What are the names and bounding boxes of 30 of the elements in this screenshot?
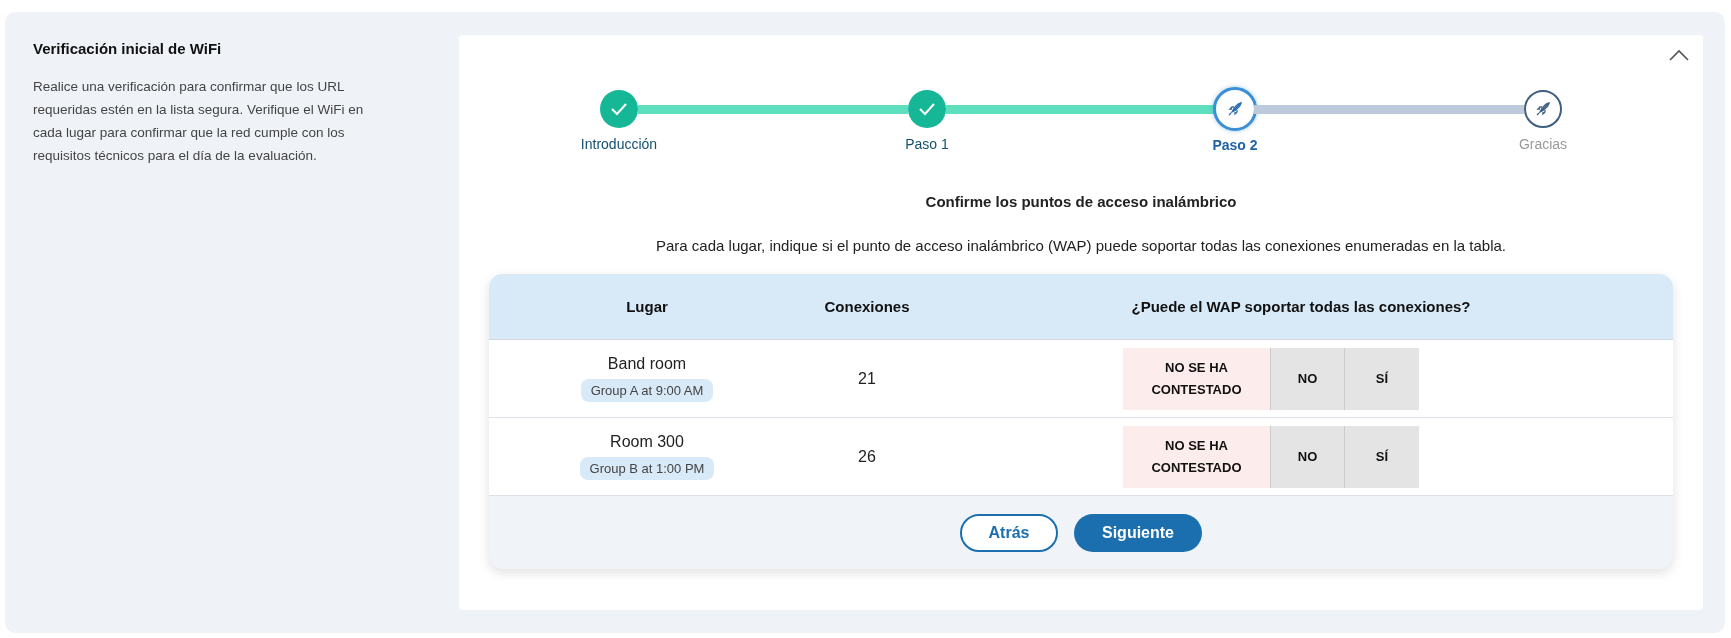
instructions-text: Para cada lugar, indique si el punto de acceso inalámbrico (WAP) puede soportar todas las conexiones enumeradas en la tabla. <box>656 237 1506 254</box>
column-header: Conexiones <box>824 298 910 315</box>
connections-count: 26 <box>858 447 876 466</box>
rocket-icon <box>1227 101 1243 117</box>
section-title: Verificación inicial de WiFi <box>33 40 223 57</box>
checkmark-icon <box>918 102 936 116</box>
collapse-chevron-icon[interactable] <box>1669 49 1689 61</box>
step-label: Gracias <box>1518 136 1568 152</box>
rocket-icon <box>1535 101 1551 117</box>
section-description: Realice una verificación para confirmar que los URL requeridas estén en la lista segura. Verifique el WiFi en cada lugar para confirmar que la red cumple con los requisitos técnicos para el día de la evaluación. <box>33 78 365 165</box>
step-heading: Confirme los puntos de acceso inalámbrico <box>925 193 1237 210</box>
step-label: Paso 2 <box>1212 137 1258 153</box>
place-name: Band room <box>607 355 687 373</box>
column-header: Lugar <box>626 298 668 315</box>
group-tag: Group B at 1:00 PM <box>579 457 715 480</box>
answer-option[interactable]: SÍ <box>1345 425 1419 488</box>
place-name: Room 300 <box>610 433 684 451</box>
group-tag: Group A at 9:00 AM <box>580 379 714 402</box>
connections-count: 21 <box>858 369 876 388</box>
column-header: ¿Puede el WAP soportar todas las conexiones? <box>1131 298 1471 315</box>
next-button[interactable]: Siguiente <box>1074 513 1202 552</box>
answer-option[interactable]: NO <box>1271 347 1345 410</box>
checkmark-icon <box>610 102 628 116</box>
step-label: Paso 1 <box>905 136 949 152</box>
answer-option[interactable]: SÍ <box>1345 347 1419 410</box>
answer-option[interactable]: NO SE HA CONTESTADO <box>1123 425 1271 488</box>
back-button[interactable]: Atrás <box>960 513 1058 552</box>
step-label: Introducción <box>580 136 658 152</box>
answer-option[interactable]: NO SE HA CONTESTADO <box>1123 347 1271 410</box>
answer-option[interactable]: NO <box>1271 425 1345 488</box>
